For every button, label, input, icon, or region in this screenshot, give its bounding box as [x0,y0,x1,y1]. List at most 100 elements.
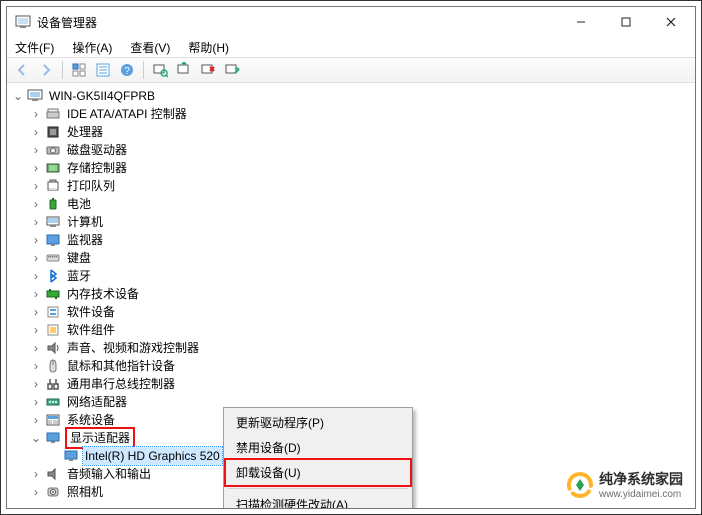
show-tree-button[interactable] [68,59,90,81]
tree-category[interactable]: › 蓝牙 [11,267,695,285]
menu-file[interactable]: 文件(F) [11,37,58,58]
update-icon [176,62,192,78]
tree-item-label: Intel(R) HD Graphics 520 [83,447,222,465]
category-icon [45,214,61,230]
tree-item-label: 蓝牙 [65,267,93,285]
tree-category[interactable]: › 监视器 [11,231,695,249]
tree-root-label: WIN-GK5II4QFPRB [47,87,157,105]
chevron-right-icon[interactable]: › [29,161,43,175]
chevron-right-icon[interactable]: › [29,215,43,229]
tree-item-label: 显示适配器 [68,431,132,445]
chevron-right-icon[interactable]: › [29,305,43,319]
cm-update-driver[interactable]: 更新驱动程序(P) [226,410,410,435]
category-icon [45,232,61,248]
cm-uninstall-device[interactable]: 卸载设备(U) [224,458,412,487]
category-icon [45,106,61,122]
tree-item-label: 软件组件 [65,321,117,339]
category-icon [45,250,61,266]
forward-button[interactable] [35,59,57,81]
tree-category[interactable]: › 内存技术设备 [11,285,695,303]
menu-action[interactable]: 操作(A) [68,37,116,58]
menu-view[interactable]: 查看(V) [126,37,174,58]
uninstall-device-button[interactable] [197,59,219,81]
tree-category[interactable]: › 声音、视频和游戏控制器 [11,339,695,357]
computer-icon [27,88,43,104]
chevron-down-icon[interactable]: ⌄ [29,431,43,445]
window-title: 设备管理器 [37,14,97,31]
category-icon [45,160,61,176]
chevron-right-icon[interactable]: › [29,485,43,499]
chevron-right-icon[interactable]: › [29,413,43,427]
close-button[interactable] [648,7,693,37]
help-button[interactable]: ? [116,59,138,81]
tree-category[interactable]: ›磁盘驱动器 [11,141,695,159]
tree-item-label: 内存技术设备 [65,285,141,303]
display-adapter-icon [63,448,79,464]
category-icon [45,466,61,482]
disable-device-button[interactable] [221,59,243,81]
chevron-right-icon[interactable]: › [29,179,43,193]
tree-item-label: 监视器 [65,231,105,249]
chevron-right-icon[interactable]: › [29,197,43,211]
cm-scan-hardware[interactable]: 扫描检测硬件改动(A) [226,492,410,508]
tree-item-label: 网络适配器 [65,393,129,411]
chevron-right-icon[interactable]: › [29,323,43,337]
update-driver-button[interactable] [173,59,195,81]
tree-item-label: 声音、视频和游戏控制器 [65,339,201,357]
chevron-right-icon[interactable]: › [29,395,43,409]
properties-button[interactable] [92,59,114,81]
chevron-right-icon[interactable]: › [29,233,43,247]
category-icon [45,196,61,212]
tree-category[interactable]: ›计算机 [11,213,695,231]
tree-category[interactable]: ›存储控制器 [11,159,695,177]
tree-item-label: IDE ATA/ATAPI 控制器 [65,105,189,123]
tree-category[interactable]: ›软件设备 [11,303,695,321]
chevron-right-icon[interactable]: › [29,269,43,283]
menubar: 文件(F) 操作(A) 查看(V) 帮助(H) [7,37,695,57]
chevron-right-icon[interactable]: › [29,467,43,481]
category-icon [45,484,61,500]
category-icon [45,268,61,284]
maximize-button[interactable] [603,7,648,37]
category-icon [45,358,61,374]
category-icon [45,340,61,356]
maximize-icon [621,17,631,27]
titlebar: 设备管理器 [7,7,695,37]
chevron-right-icon[interactable]: › [29,377,43,391]
tree-icon [71,62,87,78]
chevron-right-icon[interactable]: › [29,359,43,373]
cm-separator [228,488,408,489]
tree-category[interactable]: › 通用串行总线控制器 [11,375,695,393]
minimize-button[interactable] [558,7,603,37]
tree-category[interactable]: ›打印队列 [11,177,695,195]
category-icon [45,304,61,320]
tree-item-label: 通用串行总线控制器 [65,375,177,393]
uninstall-icon [200,62,216,78]
scan-icon [152,62,168,78]
chevron-right-icon[interactable]: › [29,125,43,139]
tree-root[interactable]: ⌄ WIN-GK5II4QFPRB [11,87,695,105]
arrow-right-icon [38,62,54,78]
tree-item-label: 电池 [65,195,93,213]
tree-category[interactable]: › 电池 [11,195,695,213]
scan-hardware-button[interactable] [149,59,171,81]
tree-item-label: 键盘 [65,249,93,267]
tree-category[interactable]: › IDE ATA/ATAPI 控制器 [11,105,695,123]
chevron-right-icon[interactable]: › [29,341,43,355]
arrow-left-icon [14,62,30,78]
back-button[interactable] [11,59,33,81]
expander-icon[interactable]: ⌄ [11,89,25,103]
chevron-right-icon[interactable]: › [29,143,43,157]
chevron-right-icon[interactable]: › [29,287,43,301]
chevron-right-icon[interactable]: › [29,251,43,265]
tree-category[interactable]: ›鼠标和其他指针设备 [11,357,695,375]
tree-category[interactable]: ›处理器 [11,123,695,141]
help-icon: ? [119,62,135,78]
menu-help[interactable]: 帮助(H) [184,37,233,58]
tree-category[interactable]: › 键盘 [11,249,695,267]
tree-category[interactable]: › 软件组件 [11,321,695,339]
chevron-right-icon[interactable]: › [29,107,43,121]
properties-icon [95,62,111,78]
tree-item-label: 音频输入和输出 [65,465,153,483]
cm-disable-device[interactable]: 禁用设备(D) [226,435,410,460]
